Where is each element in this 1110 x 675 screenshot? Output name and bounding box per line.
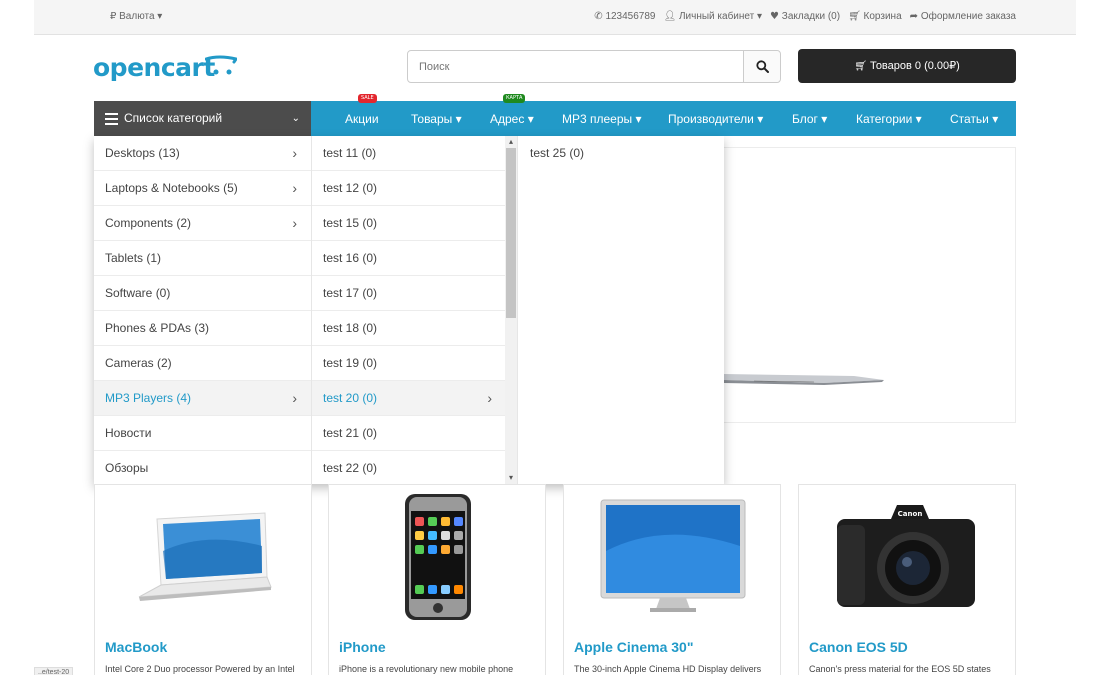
nav-item-address[interactable]: КАРТА Адрес ▾ (490, 94, 534, 136)
product-card-macbook[interactable]: MacBook Intel Core 2 Duo processor Power… (94, 484, 312, 675)
product-card-apple-cinema[interactable]: Apple Cinema 30" The 30-inch Apple Cinem… (563, 484, 781, 675)
product-description: iPhone is a revolutionary new mobile pho… (339, 664, 514, 674)
nav-item-articles[interactable]: Статьи ▾ (950, 101, 998, 136)
product-description: Canon's press material for the EOS 5D st… (809, 664, 991, 674)
product-name[interactable]: Apple Cinema 30" (574, 639, 693, 655)
top-links: ✆ 123456789 👤︎ Личный кабинет ▾ ♥ Заклад… (594, 11, 1016, 22)
chevron-right-icon: › (292, 180, 297, 196)
product-description: Intel Core 2 Duo processor Powered by an… (105, 664, 295, 674)
account-link[interactable]: 👤︎ Личный кабинет ▾ (664, 11, 763, 22)
cart-icon: 🛒︎ (854, 61, 867, 72)
currency-dropdown[interactable]: ₽ Валюта ▾ (110, 11, 162, 22)
cart-button[interactable]: 🛒︎ Товаров 0 (0.00₽) (798, 49, 1016, 83)
menu-icon (105, 113, 118, 125)
search-box (407, 50, 781, 83)
subcategory-item[interactable]: test 22 (0) (312, 451, 506, 484)
nav-item-categories[interactable]: Категории ▾ (856, 101, 922, 136)
sale-badge: SALE (358, 94, 377, 103)
search-icon (756, 60, 769, 73)
chevron-down-icon: ⌄ (291, 113, 300, 124)
scroll-down-icon[interactable]: ▾ (505, 472, 517, 484)
subcategory-item[interactable]: test 21 (0) (312, 416, 506, 451)
category-item[interactable]: Cameras (2) (94, 346, 311, 381)
product-name[interactable]: iPhone (339, 639, 386, 655)
subcategory-item[interactable]: test 12 (0) (312, 171, 506, 206)
product-card-iphone[interactable]: iPhone iPhone is a revolutionary new mob… (328, 484, 546, 675)
search-button[interactable] (743, 51, 780, 82)
subcategory-item[interactable]: test 11 (0) (312, 136, 506, 171)
category-item[interactable]: Software (0) (94, 276, 311, 311)
chevron-right-icon: › (292, 390, 297, 406)
subcategory-item[interactable]: test 15 (0) (312, 206, 506, 241)
logo[interactable]: opencart (93, 53, 237, 82)
category-item[interactable]: Tablets (1) (94, 241, 311, 276)
status-bar-url: ..e/test-20 (34, 667, 74, 675)
categories-dropdown: Desktops (13) › Laptops & Notebooks (5) › … (94, 136, 724, 484)
categories-button[interactable]: Список категорий ⌄ (94, 101, 311, 136)
phone-link[interactable]: ✆ 123456789 (594, 11, 655, 22)
scroll-up-icon[interactable]: ▴ (505, 136, 517, 148)
top-bar: ₽ Валюта ▾ ✆ 123456789 👤︎ Личный кабинет… (34, 0, 1076, 35)
logo-cart-icon (205, 55, 237, 75)
category-item[interactable]: Обзоры (94, 451, 311, 486)
chevron-right-icon: › (292, 145, 297, 161)
phone-icon: ✆ (594, 11, 603, 22)
macbook-image (138, 512, 272, 601)
iphone-image (405, 494, 471, 620)
product-card-canon[interactable]: Canon Canon EOS 5D Canon's press materia… (798, 484, 1016, 675)
cinema-display-image (600, 499, 746, 612)
nav-item-sales[interactable]: SALE Акции (345, 94, 379, 136)
slideshow-banner[interactable] (724, 147, 1016, 423)
category-item[interactable]: Новости (94, 416, 311, 451)
nav-item-mp3[interactable]: MP3 плееры ▾ (562, 101, 642, 136)
checkout-link[interactable]: ➦ Оформление заказа (910, 11, 1016, 22)
laptop-banner-image (724, 374, 884, 385)
product-name[interactable]: MacBook (105, 639, 167, 655)
nav-item-manufacturers[interactable]: Производители ▾ (668, 101, 763, 136)
user-icon: 👤︎ (663, 11, 677, 22)
main-nav: Список категорий ⌄ SALE Акции Товары ▾ К… (94, 94, 1016, 136)
nav-item-products[interactable]: Товары ▾ (411, 101, 462, 136)
category-item[interactable]: Laptops & Notebooks (5) › (94, 171, 311, 206)
heart-icon: ♥ (770, 11, 779, 22)
subcategory-item[interactable]: test 19 (0) (312, 346, 506, 381)
category-item[interactable]: Phones & PDAs (3) (94, 311, 311, 346)
subcategory-item[interactable]: test 16 (0) (312, 241, 506, 276)
scrollbar-thumb[interactable] (506, 148, 516, 318)
search-input[interactable] (408, 51, 745, 82)
subcategory-item-active[interactable]: test 20 (0) › (312, 381, 506, 416)
subcategories-scrollbar[interactable]: ▴ ▾ (505, 136, 517, 484)
map-badge: КАРТА (503, 94, 526, 103)
nav-item-blog[interactable]: Блог ▾ (792, 101, 827, 136)
third-level-item[interactable]: test 25 (0) (518, 136, 724, 171)
category-item[interactable]: Components (2) › (94, 206, 311, 241)
cart-link[interactable]: 🛒︎ Корзина (848, 11, 902, 22)
product-description: The 30-inch Apple Cinema HD Display deli… (574, 664, 762, 674)
categories-list: Desktops (13) › Laptops & Notebooks (5) › … (94, 136, 311, 484)
subcategory-item[interactable]: test 17 (0) (312, 276, 506, 311)
subcategories-list: test 11 (0) test 12 (0) test 15 (0) test… (311, 136, 517, 484)
product-name[interactable]: Canon EOS 5D (809, 639, 908, 655)
svg-text:Canon: Canon (898, 510, 923, 518)
chevron-right-icon: › (487, 390, 492, 406)
category-item[interactable]: Desktops (13) › (94, 136, 311, 171)
cart-icon: 🛒︎ (848, 11, 861, 22)
wishlist-link[interactable]: ♥ Закладки (0) (770, 11, 840, 22)
category-item-active[interactable]: MP3 Players (4) › (94, 381, 311, 416)
share-icon: ➦ (909, 11, 919, 22)
third-level-list: test 25 (0) (517, 136, 724, 484)
camera-image: Canon (837, 505, 975, 607)
chevron-right-icon: › (292, 215, 297, 231)
subcategory-item[interactable]: test 18 (0) (312, 311, 506, 346)
